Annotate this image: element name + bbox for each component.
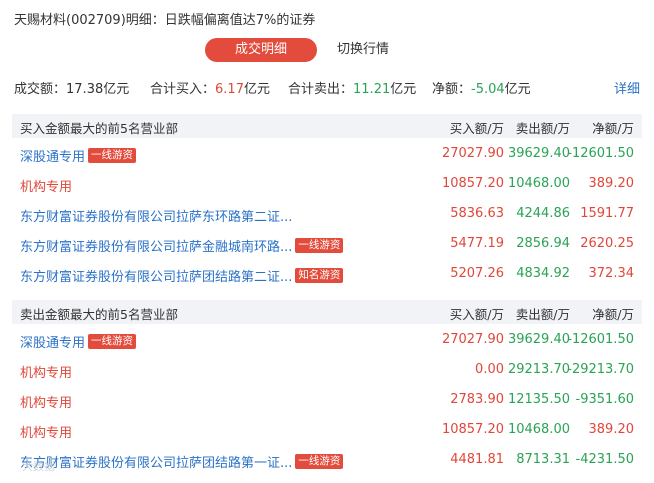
section-title: 买入金额最大的前5名营业部 bbox=[20, 121, 178, 136]
net-amount: -9351.60 bbox=[575, 392, 634, 407]
sell-amount: 29213.70 bbox=[507, 362, 570, 377]
broker-name[interactable]: 深股通专用 一线游资 bbox=[20, 332, 137, 351]
page-title: 天赐材料(002709)明细：日跌幅偏离值达7%的证券 bbox=[14, 13, 316, 28]
tab-switch-quote[interactable]: 切换行情 bbox=[337, 38, 389, 62]
turnover-label: 成交额： bbox=[14, 82, 67, 97]
turnover-summary: 成交额：17.38亿元 bbox=[14, 78, 129, 97]
net-amount: 372.34 bbox=[588, 266, 635, 281]
table-row[interactable]: 东方财富证券股份有限公司拉萨东环路第二证... 5836.63 4244.86 … bbox=[12, 202, 642, 228]
net-amount: -29213.70 bbox=[567, 362, 634, 377]
net-amount: 389.20 bbox=[588, 422, 635, 437]
table-row[interactable]: 机构专用 10857.20 10468.00 389.20 bbox=[12, 418, 642, 444]
column-buy: 买入额/万 bbox=[449, 307, 504, 322]
buy-amount: 27027.90 bbox=[441, 146, 504, 161]
broker-name[interactable]: 东方财富证券股份有限公司拉萨团结路第一证... 一线游资 bbox=[20, 452, 344, 471]
tag-badge: 知名游资 bbox=[295, 268, 344, 283]
net-amount: 2620.25 bbox=[580, 236, 634, 251]
net-unit: 亿元 bbox=[504, 82, 531, 97]
net-summary: 净额：-5.04亿元 bbox=[432, 78, 531, 97]
net-amount: -12601.50 bbox=[567, 146, 634, 161]
sell-amount: 8713.31 bbox=[516, 452, 570, 467]
table-row[interactable]: 东方财富证券股份有限公司拉萨团结路第二证... 知名游资 5207.26 4834… bbox=[12, 262, 642, 288]
broker-name[interactable]: 机构专用 bbox=[20, 176, 72, 195]
buy-amount: 5207.26 bbox=[450, 266, 504, 281]
buy-amount: 5477.19 bbox=[450, 236, 504, 251]
broker-name[interactable]: 机构专用 bbox=[20, 392, 72, 411]
sell-amount: 4244.86 bbox=[516, 206, 570, 221]
sell-amount: 39629.40 bbox=[507, 146, 570, 161]
total-sell-value: 11.21 bbox=[353, 82, 391, 97]
table-row[interactable]: 东方财富证券股份有限公司拉萨团结路第一证... 一线游资 4481.81 8713… bbox=[12, 448, 642, 474]
net-amount: -12601.50 bbox=[567, 332, 634, 347]
net-value: -5.04 bbox=[471, 82, 505, 97]
tab-bar: 成交明细 切换行情 bbox=[205, 38, 389, 62]
sell-amount: 4834.92 bbox=[516, 266, 570, 281]
broker-name[interactable]: 东方财富证券股份有限公司拉萨东环路第二证... bbox=[20, 206, 292, 225]
column-buy: 买入额/万 bbox=[449, 121, 504, 136]
broker-name[interactable]: 机构专用 bbox=[20, 362, 72, 381]
broker-name[interactable]: 机构专用 bbox=[20, 422, 72, 441]
watermark: 大数据 bbox=[22, 460, 55, 473]
sell-amount: 10468.00 bbox=[507, 422, 570, 437]
buy-amount: 4481.81 bbox=[450, 452, 504, 467]
summary-bar: 成交额：17.38亿元 合计买入：6.17亿元 合计卖出：11.21亿元 净额：… bbox=[14, 78, 640, 97]
tag-badge: 一线游资 bbox=[295, 454, 344, 469]
total-buy-summary: 合计买入：6.17亿元 bbox=[150, 78, 270, 97]
column-sell: 卖出额/万 bbox=[515, 307, 570, 322]
table-row[interactable]: 深股通专用 一线游资 27027.90 39629.40 -12601.50 bbox=[12, 142, 642, 168]
tab-trade-detail[interactable]: 成交明细 bbox=[205, 38, 317, 62]
table-row[interactable]: 机构专用 2783.90 12135.50 -9351.60 bbox=[12, 388, 642, 414]
net-amount: -4231.50 bbox=[575, 452, 634, 467]
tag-badge: 一线游资 bbox=[295, 238, 344, 253]
total-sell-unit: 亿元 bbox=[390, 82, 417, 97]
broker-name[interactable]: 深股通专用 一线游资 bbox=[20, 146, 137, 165]
net-label: 净额： bbox=[432, 82, 472, 97]
buy-amount: 5836.63 bbox=[450, 206, 504, 221]
total-buy-label: 合计买入： bbox=[150, 82, 216, 97]
detail-link[interactable]: 详细 bbox=[614, 78, 640, 97]
turnover-value: 17.38亿元 bbox=[66, 82, 130, 97]
total-buy-value: 6.17 bbox=[215, 82, 244, 97]
section-title: 卖出金额最大的前5名营业部 bbox=[20, 307, 178, 322]
sell-amount: 10468.00 bbox=[507, 176, 570, 191]
net-amount: 1591.77 bbox=[580, 206, 634, 221]
broker-name[interactable]: 东方财富证券股份有限公司拉萨团结路第二证... 知名游资 bbox=[20, 266, 344, 285]
buy-amount: 10857.20 bbox=[441, 176, 504, 191]
column-net: 净额/万 bbox=[592, 307, 634, 322]
net-amount: 389.20 bbox=[588, 176, 635, 191]
sell-amount: 2856.94 bbox=[516, 236, 570, 251]
total-sell-summary: 合计卖出：11.21亿元 bbox=[288, 78, 416, 97]
table-row[interactable]: 东方财富证券股份有限公司拉萨金融城南环路... 一线游资 5477.19 2856… bbox=[12, 232, 642, 258]
buy-amount: 0.00 bbox=[475, 362, 504, 377]
buy-amount: 10857.20 bbox=[441, 422, 504, 437]
tag-badge: 一线游资 bbox=[88, 148, 137, 163]
column-sell: 卖出额/万 bbox=[515, 121, 570, 136]
buy-amount: 27027.90 bbox=[441, 332, 504, 347]
sell-section-header: 卖出金额最大的前5名营业部 买入额/万 卖出额/万 净额/万 bbox=[12, 300, 642, 324]
column-net: 净额/万 bbox=[592, 121, 634, 136]
total-sell-label: 合计卖出： bbox=[288, 82, 354, 97]
buy-amount: 2783.90 bbox=[450, 392, 504, 407]
tag-badge: 一线游资 bbox=[88, 334, 137, 349]
table-row[interactable]: 深股通专用 一线游资 27027.90 39629.40 -12601.50 bbox=[12, 328, 642, 354]
table-row[interactable]: 机构专用 10857.20 10468.00 389.20 bbox=[12, 172, 642, 198]
sell-amount: 12135.50 bbox=[507, 392, 570, 407]
broker-name[interactable]: 东方财富证券股份有限公司拉萨金融城南环路... 一线游资 bbox=[20, 236, 344, 255]
table-row[interactable]: 机构专用 0.00 29213.70 -29213.70 bbox=[12, 358, 642, 384]
sell-amount: 39629.40 bbox=[507, 332, 570, 347]
buy-section-header: 买入金额最大的前5名营业部 买入额/万 卖出额/万 净额/万 bbox=[12, 114, 642, 138]
total-buy-unit: 亿元 bbox=[243, 82, 270, 97]
